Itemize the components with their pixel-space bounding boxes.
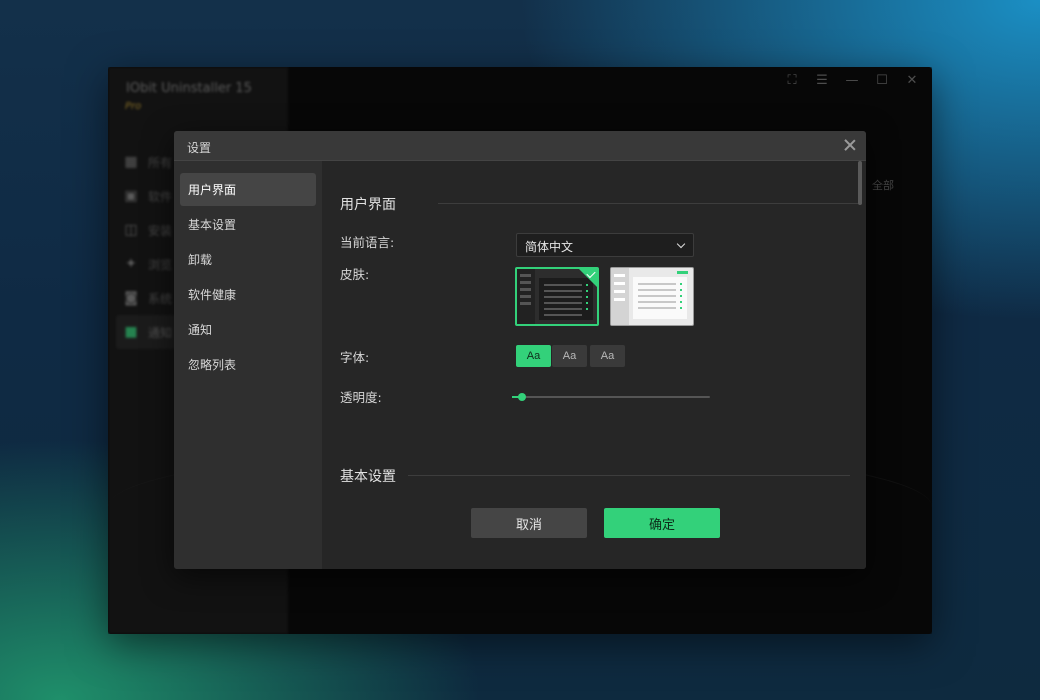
skin-preview-panel [633,277,687,319]
settings-nav: 用户界面 基本设置 卸载 软件健康 通知 忽略列表 [174,161,322,569]
section-divider [438,203,862,204]
skin-preview-sidebar [611,268,629,325]
scrollbar[interactable] [858,161,862,205]
font-label: 字体: [340,350,370,365]
skin-preview-dot [680,289,682,291]
language-select-value: 简体中文 [525,240,574,254]
skin-preview-line [544,302,582,304]
skin-preview-line [614,274,625,277]
font-size-medium-button[interactable]: Aa [552,345,587,367]
skin-preview-line [638,307,676,309]
section-title-ui: 用户界面 [340,197,396,213]
settings-nav-item-basic[interactable]: 基本设置 [180,208,316,241]
skin-label: 皮肤: [340,267,370,282]
skin-preview-dot [680,301,682,303]
skin-preview-line [638,289,676,291]
cancel-button[interactable]: 取消 [471,508,587,538]
skin-preview-dot [586,302,588,304]
language-select[interactable]: 简体中文 [516,233,694,257]
font-size-large-button[interactable]: Aa [590,345,625,367]
skin-preview-line [638,301,676,303]
skin-preview-dot [586,290,588,292]
chevron-down-icon [676,239,686,249]
settings-nav-item-software-health[interactable]: 软件健康 [180,278,316,311]
section-divider [408,475,850,476]
skin-preview-line [614,290,625,293]
skin-preview-line [544,290,582,292]
opacity-slider-thumb[interactable] [517,393,526,401]
skin-preview-line [614,282,625,285]
skin-preview-dot [586,296,588,298]
skin-preview-line [544,314,582,316]
skin-preview-line [520,295,531,298]
skin-preview-line [544,296,582,298]
settings-nav-item-notification[interactable]: 通知 [180,313,316,346]
skin-preview-line [544,284,582,286]
settings-dialog: 设置 用户界面 基本设置 卸载 软件健康 通知 忽略列表 用户界面 当前语言: … [174,131,866,569]
skin-preview-line [638,295,676,297]
dialog-header: 设置 [174,131,866,161]
skin-preview-dot [680,283,682,285]
skin-preview-line [520,288,531,291]
opacity-label: 透明度: [340,390,382,405]
skin-preview-line [638,283,676,285]
skin-preview-line [520,302,531,305]
section-title-basic: 基本设置 [340,469,396,485]
skin-preview-line [614,298,625,301]
skin-preview-line [544,308,582,310]
dialog-title: 设置 [187,141,212,155]
skin-preview-line [520,281,531,284]
settings-nav-item-ignore-list[interactable]: 忽略列表 [180,348,316,381]
skin-preview-dot [680,295,682,297]
settings-content: 用户界面 当前语言: 简体中文 皮肤: 字体: Aa Aa Aa 透明度: 基本… [322,161,866,569]
language-label: 当前语言: [340,235,395,250]
skin-option-dark[interactable] [515,267,599,326]
skin-preview-line [520,274,531,277]
close-icon[interactable] [842,137,858,153]
confirm-button[interactable]: 确定 [604,508,720,538]
settings-nav-item-ui[interactable]: 用户界面 [180,173,316,206]
skin-preview-dot [586,308,588,310]
skin-preview-sidebar [517,269,535,324]
skin-preview-dot [680,307,682,309]
skin-option-light[interactable] [610,267,694,326]
settings-nav-item-uninstall[interactable]: 卸载 [180,243,316,276]
skin-preview-accent [677,271,688,274]
opacity-slider[interactable] [512,393,710,401]
font-size-small-button[interactable]: Aa [516,345,551,367]
